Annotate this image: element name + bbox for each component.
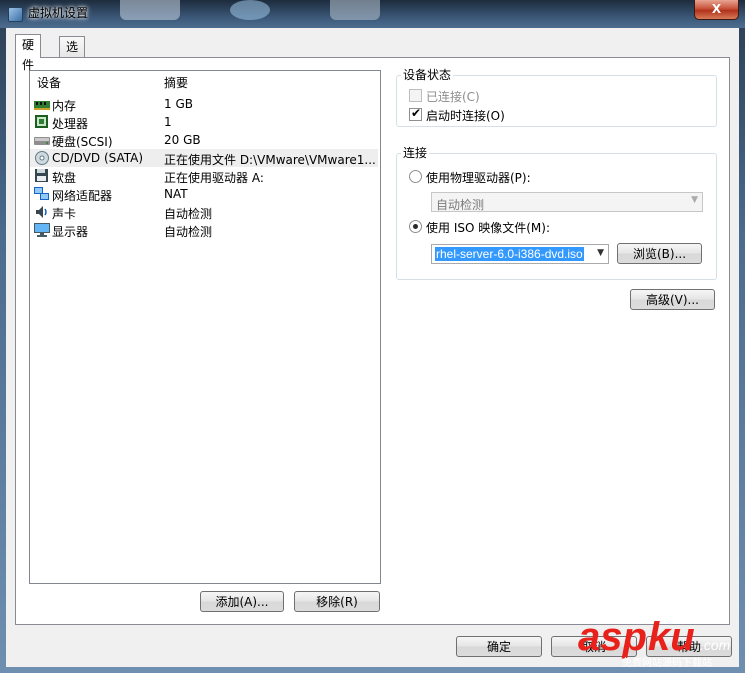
device-name: 硬盘(SCSI) [52,135,113,149]
svg-text:asp: asp [578,615,647,659]
close-button[interactable]: X [694,0,739,20]
device-row-display[interactable]: 显示器 自动检测 [30,221,378,239]
tab-options[interactable]: 选项 [59,36,86,74]
device-name: 声卡 [52,207,77,221]
connection-group: 连接 使用物理驱动器(P): 自动检测 ▼ 使用 ISO 映像文件(M): rh… [396,144,717,280]
dialog-client-area: 硬件 选项 设备 摘要 内存 1 GB 处理器 1 [6,28,739,667]
device-name: 处理器 [52,117,89,131]
device-list[interactable]: 设备 摘要 内存 1 GB 处理器 1 硬盘(SCSI) 20 GB CD/DV… [29,70,381,584]
device-name: 内存 [52,99,77,113]
physical-drive-radio[interactable] [409,170,422,183]
device-summary: 正在使用驱动器 A: [164,171,264,185]
svg-text:.com: .com [700,637,731,653]
device-name: 显示器 [52,225,89,239]
device-row-hard-disk[interactable]: 硬盘(SCSI) 20 GB [30,131,378,149]
device-row-cd-dvd[interactable]: CD/DVD (SATA) 正在使用文件 D:\VMware\VMware1..… [30,149,378,167]
connect-at-power-on-checkbox[interactable]: ✔ [409,106,422,121]
chevron-down-icon: ▼ [691,195,698,205]
connected-label[interactable]: 已连接(C) [426,88,480,105]
column-device[interactable]: 设备 [37,74,61,91]
cd-dvd-icon [35,151,49,165]
monitor-icon [34,223,50,237]
network-adapter-icon [34,187,49,200]
hardware-panel: 设备 摘要 内存 1 GB 处理器 1 硬盘(SCSI) 20 GB CD/DV… [15,57,730,625]
iso-image-value[interactable]: rhel-server-6.0-i386-dvd.iso [435,247,584,261]
physical-drive-value: 自动检测 [436,198,485,212]
iso-image-combo[interactable]: rhel-server-6.0-i386-dvd.iso ▼ [431,244,609,264]
cpu-icon [35,115,48,128]
connect-at-power-on-label[interactable]: 启动时连接(O) [426,107,505,124]
device-row-sound-card[interactable]: 声卡 自动检测 [30,203,378,221]
device-summary: 正在使用文件 D:\VMware\VMware1... [164,153,376,167]
device-summary: NAT [164,187,188,201]
background-thumbnails [120,0,420,28]
connected-checkbox[interactable] [409,89,422,102]
device-status-title: 设备状态 [401,66,454,83]
iso-image-radio[interactable] [409,220,422,233]
aspku-watermark-logo: asp ku .com 免费网站源码下载站 [578,615,731,669]
device-name: 网络适配器 [52,189,113,203]
advanced-button[interactable]: 高级(V)... [630,289,715,310]
memory-icon [34,101,50,110]
device-row-memory[interactable]: 内存 1 GB [30,95,378,113]
tab-hardware[interactable]: 硬件 [15,34,42,72]
device-summary: 1 GB [164,97,193,111]
add-button[interactable]: 添加(A)... [200,591,284,612]
iso-image-label[interactable]: 使用 ISO 映像文件(M): [426,219,550,236]
window-frame: 虚拟机设置 X 硬件 选项 设备 摘要 内存 1 GB 处 [0,0,745,673]
app-icon [8,7,23,22]
device-name: 软盘 [52,171,77,185]
hard-disk-icon [34,137,50,145]
svg-text:免费网站源码下载站: 免费网站源码下载站 [622,656,712,669]
device-status-group: 设备状态 已连接(C) ✔ 启动时连接(O) [396,66,717,127]
remove-button[interactable]: 移除(R) [294,591,380,612]
device-name: CD/DVD (SATA) [52,151,144,165]
device-row-network-adapter[interactable]: 网络适配器 NAT [30,185,378,203]
title-bar[interactable]: 虚拟机设置 X [0,0,745,28]
sound-card-icon [36,206,47,218]
column-summary[interactable]: 摘要 [164,74,188,91]
device-summary: 自动检测 [164,225,213,239]
checkmark-icon: ✔ [411,106,422,120]
physical-drive-select[interactable]: 自动检测 ▼ [431,192,703,212]
window-title: 虚拟机设置 [28,6,89,20]
device-summary: 自动检测 [164,207,213,221]
chevron-down-icon[interactable]: ▼ [597,248,604,258]
ok-button[interactable]: 确定 [456,636,542,657]
device-summary: 20 GB [164,133,201,147]
device-row-processor[interactable]: 处理器 1 [30,113,378,131]
browse-button[interactable]: 浏览(B)... [617,243,702,264]
device-summary: 1 [164,115,172,129]
physical-drive-label[interactable]: 使用物理驱动器(P): [426,169,531,186]
device-row-floppy[interactable]: 软盘 正在使用驱动器 A: [30,167,378,185]
connection-title: 连接 [401,144,430,161]
floppy-icon [35,169,48,182]
device-list-header: 设备 摘要 [30,71,380,91]
svg-text:ku: ku [648,615,695,659]
